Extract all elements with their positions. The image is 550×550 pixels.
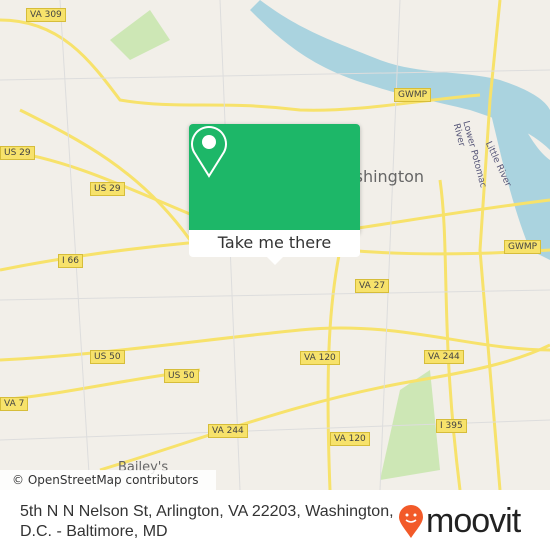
road-label: VA 244 (424, 350, 464, 364)
road-label: VA 7 (0, 397, 29, 411)
popup-pointer (267, 257, 283, 265)
map-attribution[interactable]: © OpenStreetMap contributors (0, 470, 216, 490)
take-me-there-button[interactable]: Take me there (189, 230, 360, 257)
road-label: US 29 (90, 182, 125, 196)
road-label: GWMP (394, 88, 432, 102)
map-pin-icon (191, 126, 227, 178)
footer: 5th N N Nelson St, Arlington, VA 22203, … (0, 490, 550, 550)
map[interactable]: VA 309 US 29 US 29 GWMP GWMP I 66 US 50 … (0, 0, 550, 490)
road-label: VA 27 (355, 279, 390, 293)
road-label: I 395 (436, 419, 467, 433)
moovit-pin-icon (399, 504, 423, 538)
road-label: GWMP (504, 240, 542, 254)
brand-name: moovit (426, 502, 521, 540)
address-text: 5th N N Nelson St, Arlington, VA 22203, … (20, 503, 394, 540)
road-label: US 50 (164, 369, 199, 383)
road-label: US 50 (90, 350, 125, 364)
moovit-logo: moovit (398, 502, 521, 541)
road-label: VA 309 (26, 8, 66, 22)
road-label: VA 244 (208, 424, 248, 438)
road-label: US 29 (0, 146, 35, 160)
road-label: VA 120 (330, 432, 370, 446)
road-label: I 66 (58, 254, 83, 268)
popup-header (189, 124, 360, 230)
destination-popup: Take me there (189, 124, 360, 265)
road-label: VA 120 (300, 351, 340, 365)
